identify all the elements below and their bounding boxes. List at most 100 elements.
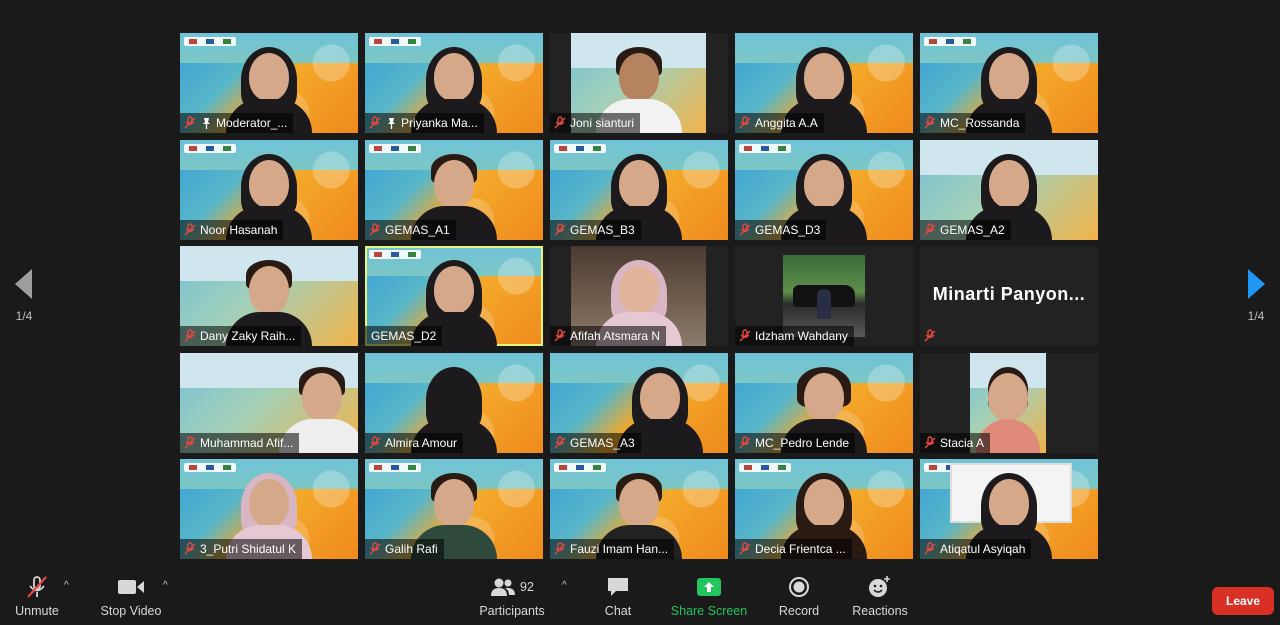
share-screen-label: Share Screen <box>670 604 748 618</box>
participant-tile[interactable]: Almira Amour <box>365 353 543 453</box>
muted-mic-icon <box>554 542 566 555</box>
record-label: Record <box>778 604 820 618</box>
participant-name: GEMAS_A2 <box>940 223 1005 237</box>
participant-name: Fauzi Imam Han... <box>570 542 669 556</box>
participant-tile[interactable]: GEMAS_D3 <box>735 140 913 240</box>
muted-mic-icon <box>184 542 196 555</box>
participant-name: MC_Pedro Lende <box>755 436 850 450</box>
participant-name: Afifah Atsmara N <box>570 329 661 343</box>
next-page-button[interactable]: 1/4 <box>1232 246 1280 346</box>
participant-tile[interactable]: Joni sianturi <box>550 33 728 133</box>
participant-name: Anggita A.A <box>755 116 818 130</box>
muted-mic-icon <box>369 542 381 555</box>
participant-tile[interactable]: GEMAS_A1 <box>365 140 543 240</box>
participant-tile[interactable]: MC_Rossanda <box>920 33 1098 133</box>
participant-name: Almira Amour <box>385 436 458 450</box>
muted-mic-icon <box>184 223 196 236</box>
share-screen-button[interactable]: Share Screen <box>670 574 748 622</box>
unmute-label: Unmute <box>15 604 59 618</box>
previous-page-button[interactable]: 1/4 <box>0 246 48 346</box>
participants-icon <box>491 578 516 596</box>
participant-nametag: Afifah Atsmara N <box>550 326 667 346</box>
participant-tile[interactable]: Moderator_... <box>180 33 358 133</box>
participant-tile[interactable]: Noor Hasanah <box>180 140 358 240</box>
participant-name-display: Minarti Panyon... <box>932 284 1086 304</box>
participant-nametag: Decia Frientca ... <box>735 539 852 559</box>
page-indicator-right: 1/4 <box>1247 309 1265 323</box>
smiley-plus-icon <box>869 576 890 597</box>
reactions-label: Reactions <box>852 604 908 618</box>
participant-tile[interactable]: GEMAS_B3 <box>550 140 728 240</box>
share-screen-icon <box>697 578 721 596</box>
participant-tile[interactable]: MC_Pedro Lende <box>735 353 913 453</box>
video-options-caret[interactable]: ^ <box>163 580 168 591</box>
participant-tile[interactable]: Afifah Atsmara N <box>550 246 728 346</box>
participant-tile[interactable]: Muhammad Afif... <box>180 353 358 453</box>
participant-tile[interactable]: Idzham Wahdany <box>735 246 913 346</box>
page-indicator-left: 1/4 <box>15 309 33 323</box>
participant-nametag <box>920 326 943 346</box>
participant-tile[interactable]: GEMAS_A2 <box>920 140 1098 240</box>
participant-tile[interactable]: Anggita A.A <box>735 33 913 133</box>
muted-mic-icon <box>184 116 196 129</box>
participant-tile[interactable]: Dany Zaky Raih... <box>180 246 358 346</box>
participant-tile[interactable]: 3_Putri Shidatul K <box>180 459 358 559</box>
participant-nametag: GEMAS_D3 <box>735 220 827 240</box>
muted-mic-icon <box>554 116 566 129</box>
profile-picture <box>783 255 865 337</box>
participants-label: Participants <box>479 604 545 618</box>
unmute-button[interactable]: Unmute <box>10 574 64 622</box>
stop-video-button[interactable]: Stop Video <box>98 574 164 622</box>
participant-name: MC_Rossanda <box>940 116 1020 130</box>
gallery-view: Moderator_... Priyanka Ma... Joni siantu… <box>180 33 1098 559</box>
meeting-toolbar: Unmute ^ Stop Video ^ 92 Participants ^ <box>0 570 1280 625</box>
participant-tile[interactable]: Stacia A <box>920 353 1098 453</box>
participant-name: GEMAS_A1 <box>385 223 450 237</box>
pin-icon <box>203 117 210 129</box>
chat-label: Chat <box>604 604 632 618</box>
participant-tile[interactable]: Atiqatul Asyiqah <box>920 459 1098 559</box>
pin-icon <box>388 117 395 129</box>
record-button[interactable]: Record <box>776 574 822 622</box>
participant-name: GEMAS_A3 <box>570 436 635 450</box>
participant-name: Stacia A <box>940 436 985 450</box>
participant-nametag: Anggita A.A <box>735 113 824 133</box>
participant-name: GEMAS_D3 <box>755 223 821 237</box>
participant-tile[interactable]: GEMAS_A3 <box>550 353 728 453</box>
participant-tile[interactable]: Minarti Panyon... <box>920 246 1098 346</box>
participant-nametag: Priyanka Ma... <box>365 113 484 133</box>
participant-nametag: GEMAS_A2 <box>920 220 1011 240</box>
participant-nametag: Stacia A <box>920 433 991 453</box>
participant-nametag: Muhammad Afif... <box>180 433 300 453</box>
muted-mic-icon <box>924 223 936 236</box>
participant-nametag: Idzham Wahdany <box>735 326 854 346</box>
participant-name: Galih Rafi <box>385 542 438 556</box>
participant-name: Moderator_... <box>216 116 288 130</box>
participant-tile[interactable]: Galih Rafi <box>365 459 543 559</box>
participant-tile[interactable]: Fauzi Imam Han... <box>550 459 728 559</box>
participant-tile[interactable]: Priyanka Ma... <box>365 33 543 133</box>
audio-options-caret[interactable]: ^ <box>64 580 69 591</box>
participant-nametag: Dany Zaky Raih... <box>180 326 302 346</box>
participant-nametag: 3_Putri Shidatul K <box>180 539 303 559</box>
participant-nametag: GEMAS_B3 <box>550 220 641 240</box>
chevron-right-icon <box>1248 269 1265 299</box>
muted-mic-icon <box>924 436 936 449</box>
reactions-button[interactable]: Reactions <box>850 574 910 622</box>
participant-nametag: Noor Hasanah <box>180 220 284 240</box>
participant-name: GEMAS_B3 <box>570 223 635 237</box>
chat-button[interactable]: Chat <box>596 574 640 622</box>
record-icon <box>789 577 809 597</box>
participant-nametag: Fauzi Imam Han... <box>550 539 675 559</box>
participant-name: Dany Zaky Raih... <box>200 329 296 343</box>
participant-name: Noor Hasanah <box>200 223 278 237</box>
participant-tile-active-speaker[interactable]: GEMAS_D2 <box>365 246 543 346</box>
participant-tile[interactable]: Decia Frientca ... <box>735 459 913 559</box>
leave-button[interactable]: Leave <box>1212 587 1274 615</box>
participant-name: Priyanka Ma... <box>401 116 478 130</box>
muted-mic-icon <box>554 223 566 236</box>
participants-options-caret[interactable]: ^ <box>562 580 567 591</box>
participant-nametag: GEMAS_D2 <box>365 326 443 346</box>
participants-button[interactable]: 92 Participants <box>476 574 548 622</box>
participant-nametag: Atiqatul Asyiqah <box>920 539 1032 559</box>
